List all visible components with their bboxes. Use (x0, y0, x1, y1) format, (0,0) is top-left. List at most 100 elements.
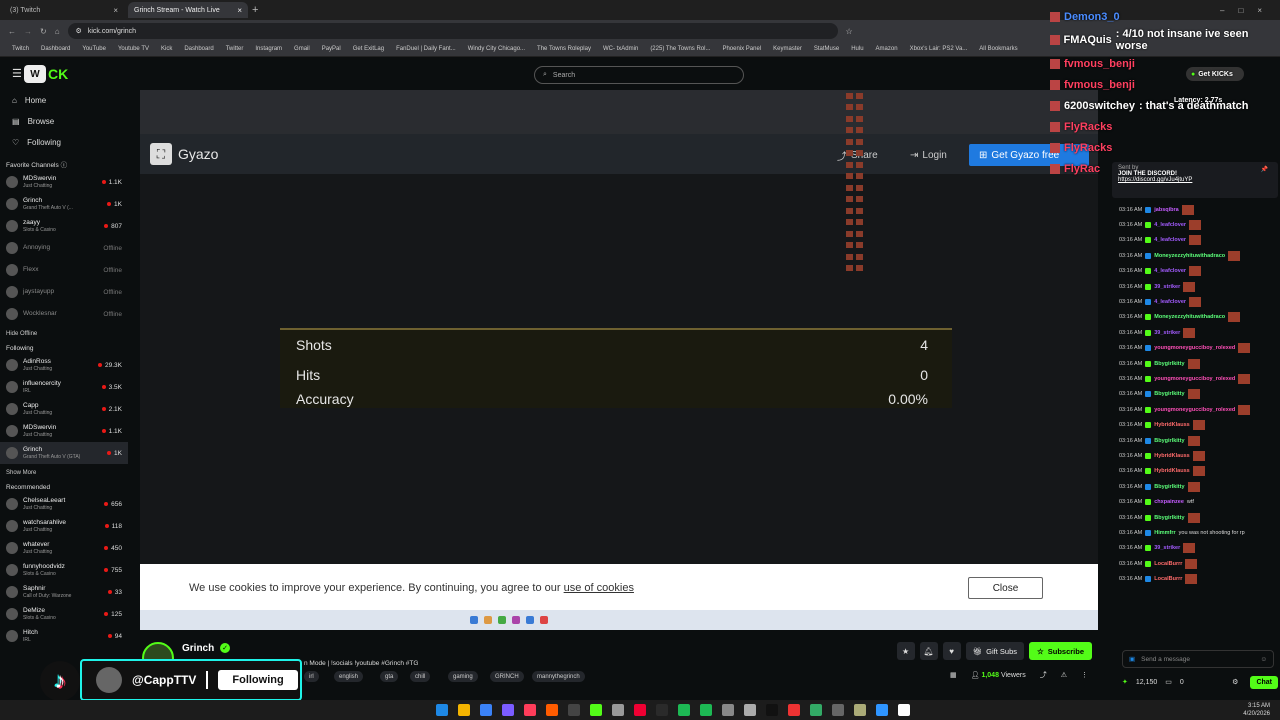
taskbar-app-icon[interactable] (678, 704, 690, 716)
chat-username[interactable]: youngmoneygucciboy_rolexed (1154, 376, 1235, 382)
taskbar-app-icon[interactable] (766, 704, 778, 716)
channel-item[interactable]: whatever Just Chatting 450 (0, 537, 128, 559)
stream-tag[interactable]: mannythegrinch (532, 671, 585, 682)
taskbar-app-icon[interactable] (480, 704, 492, 716)
channel-item[interactable]: MDSwervin Just Chatting 1.1K (0, 171, 128, 193)
pinned-link[interactable]: https://discord.gg/vJu4jtuYP (1118, 177, 1272, 183)
chat-username[interactable]: Bbygirlkitty (1154, 391, 1184, 397)
chat-username[interactable]: 39_striker (1154, 330, 1180, 336)
bookmark-item[interactable]: Amazon (876, 46, 898, 52)
bookmark-item[interactable]: StatMuse (814, 46, 839, 52)
chat-username[interactable]: youngmoneygucciboy_rolexed (1154, 345, 1235, 351)
taskbar-app-icon[interactable] (590, 704, 602, 716)
taskbar-app-icon[interactable] (722, 704, 734, 716)
chat-username[interactable]: youngmoneygucciboy_rolexed (1154, 407, 1235, 413)
bookmark-item[interactable]: Dashboard (184, 46, 213, 52)
chat-settings-icon[interactable]: ⚙ (1232, 678, 1238, 686)
new-tab-icon[interactable]: + (252, 4, 258, 16)
bookmark-item[interactable]: Phoenix Panel (722, 46, 761, 52)
channel-item[interactable]: Grinch Grand Theft Auto V (GTA) 1K (0, 442, 128, 464)
bookmark-item[interactable]: Keymaster (773, 46, 802, 52)
close-tab-icon[interactable]: × (113, 6, 118, 15)
bookmark-item[interactable]: PayPal (322, 46, 341, 52)
taskbar-app-icon[interactable] (898, 704, 910, 716)
bookmark-item[interactable]: Twitch (12, 46, 29, 52)
bookmark-item[interactable]: All Bookmarks (979, 46, 1017, 52)
taskbar-app-icon[interactable] (568, 704, 580, 716)
bookmark-item[interactable]: Kick (161, 46, 172, 52)
system-clock[interactable]: 3:15 AM 4/20/2026 (1243, 702, 1270, 718)
taskbar-app-icon[interactable] (700, 704, 712, 716)
site-info-icon[interactable]: ⚙ (76, 27, 82, 35)
pin-icon[interactable]: 📌 (1261, 166, 1268, 173)
channel-item[interactable]: ChelseaLeeart Just Chatting 656 (0, 493, 128, 515)
search-input[interactable]: ⌕ Search (534, 66, 744, 84)
subscribe-button[interactable]: ☆ Subscribe (1029, 642, 1092, 660)
nav-item-following[interactable]: ♡ Following (0, 132, 128, 153)
nav-item-home[interactable]: ⌂ Home (0, 90, 128, 111)
bookmark-item[interactable]: The Towns Roleplay (537, 46, 591, 52)
taskbar-app-icon[interactable] (436, 704, 448, 716)
chat-username[interactable]: Bbygirlkitty (1154, 484, 1184, 490)
bookmark-item[interactable]: WC- txAdmin (603, 46, 638, 52)
menu-icon[interactable]: ☰ (12, 67, 22, 80)
chat-username[interactable]: Bbygirlkitty (1154, 361, 1184, 367)
taskbar-app-icon[interactable] (634, 704, 646, 716)
star-icon[interactable]: ★ (896, 642, 915, 660)
emote-icon[interactable]: ☺ (1260, 656, 1267, 663)
channel-item[interactable]: Grinch Grand Theft Auto V (... 1K (0, 193, 128, 215)
home-browser-icon[interactable]: ⌂ (55, 27, 60, 36)
stream-tag[interactable]: chill (410, 671, 431, 682)
channel-item[interactable]: Annoying Offline (0, 237, 128, 259)
taskbar-app-icon[interactable] (524, 704, 536, 716)
bookmark-item[interactable]: Windy City Chicago... (468, 46, 525, 52)
taskbar-app-icon[interactable] (744, 704, 756, 716)
chat-username[interactable]: 4_leafclover (1154, 299, 1186, 305)
video-player[interactable]: ⛶ Gyazo ⤴ Share ⇥ Login ⊞ Get Gyazo free Sho… (140, 90, 1098, 630)
chat-username[interactable]: Moneyzezzyhituwithadraco (1154, 314, 1225, 320)
channel-item[interactable]: watchsarahlive Just Chatting 118 (0, 515, 128, 537)
send-chat-button[interactable]: Chat (1250, 675, 1278, 689)
gift-subs-button[interactable]: 🎁︎ Gift Subs (965, 642, 1024, 660)
channel-item[interactable]: DeMize Slots & Casino 125 (0, 603, 128, 625)
channel-item[interactable]: Hitch IRL 94 (0, 625, 128, 647)
chat-username[interactable]: 4_leafclover (1154, 222, 1186, 228)
chat-username[interactable]: jabsqibra (1154, 207, 1178, 213)
stream-tag[interactable]: irl (304, 671, 319, 682)
chat-username[interactable]: 4_leafclover (1154, 268, 1186, 274)
bookmark-item[interactable]: Gmail (294, 46, 310, 52)
taskbar-app-icon[interactable] (458, 704, 470, 716)
channel-item[interactable]: Flexx Offline (0, 259, 128, 281)
chat-username[interactable]: LocalBurrr (1154, 561, 1182, 567)
close-tab-icon[interactable]: × (237, 6, 242, 15)
chat-username[interactable]: 39_striker (1154, 284, 1180, 290)
more-icon[interactable]: ⋮ (1081, 671, 1088, 679)
back-icon[interactable]: ← (8, 27, 16, 36)
stream-tag[interactable]: gta (380, 671, 399, 682)
channel-item[interactable]: funnyhoodvidz Slots & Casino 755 (0, 559, 128, 581)
chat-username[interactable]: HybridKlauss (1154, 468, 1189, 474)
taskbar-app-icon[interactable] (656, 704, 668, 716)
url-field[interactable]: ⚙ kick.com/grinch (67, 23, 838, 39)
streamer-name[interactable]: Grinch (182, 643, 214, 654)
channel-item[interactable]: influencercity IRL 3.5K (0, 376, 128, 398)
stream-tag[interactable]: gaming (448, 671, 478, 682)
channel-item[interactable]: MDSwervin Just Chatting 1.1K (0, 420, 128, 442)
taskbar-app-icon[interactable] (832, 704, 844, 716)
bookmark-item[interactable]: FanDuel | Daily Fant... (396, 46, 456, 52)
bookmark-item[interactable]: Get ExitLag (353, 46, 384, 52)
share-stream-icon[interactable]: ⤴ (1040, 670, 1047, 680)
channel-item[interactable]: Capp Just Chatting 2.1K (0, 398, 128, 420)
report-icon[interactable]: ⚠ (1061, 671, 1067, 679)
taskbar-app-icon[interactable] (502, 704, 514, 716)
forward-icon[interactable]: → (24, 27, 32, 36)
taskbar-app-icon[interactable] (810, 704, 822, 716)
nav-item-browse[interactable]: ▤ Browse (0, 111, 128, 132)
bookmark-item[interactable]: Xbox's Lair: PS2 Va... (910, 46, 968, 52)
cookie-policy-link[interactable]: use of cookies (564, 582, 634, 594)
chat-username[interactable]: HybridKlauss (1154, 453, 1189, 459)
theater-icon[interactable]: ▦ (950, 671, 957, 679)
chat-input[interactable]: ▣ Send a message ☺ (1122, 650, 1274, 668)
chat-username[interactable]: Bbygirlkitty (1154, 515, 1184, 521)
taskbar-app-icon[interactable] (854, 704, 866, 716)
